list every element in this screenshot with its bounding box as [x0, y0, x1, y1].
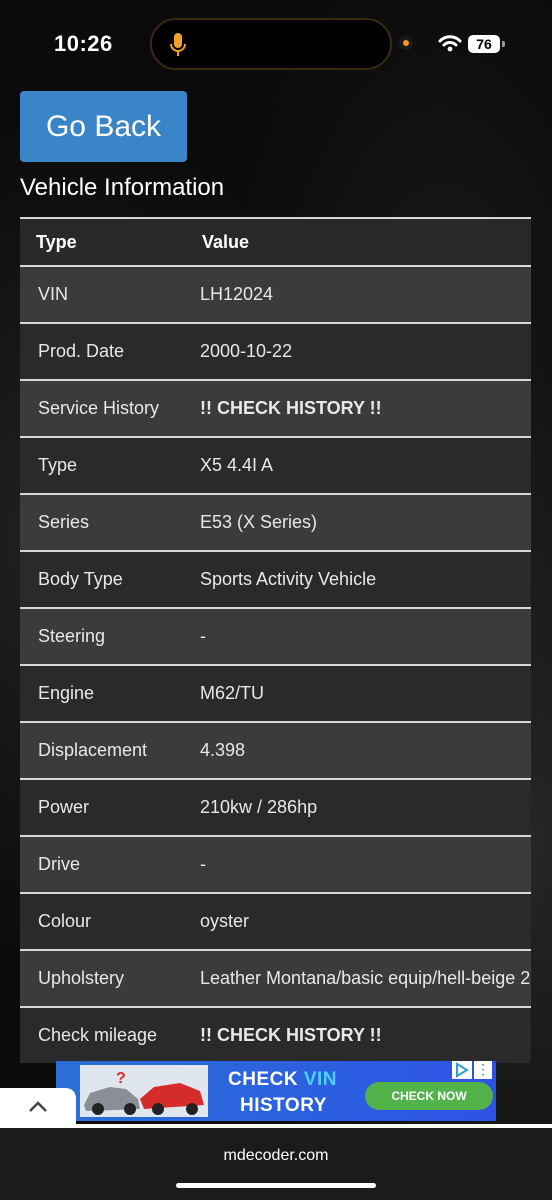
row-value: oyster — [170, 892, 531, 950]
microphone-icon — [170, 33, 186, 56]
vin-history-ad-banner[interactable]: ? CHECK VIN HISTORY CHECK NOW ⋮ — [56, 1061, 496, 1121]
car-illustration: ? — [80, 1065, 208, 1117]
check-now-button[interactable]: CHECK NOW — [365, 1082, 493, 1110]
wifi-icon — [438, 35, 462, 52]
table-row: Engine M62/TU — [20, 664, 531, 722]
svg-text:?: ? — [116, 1070, 126, 1087]
dynamic-island — [150, 18, 392, 70]
ad-choices-icon[interactable] — [452, 1061, 472, 1079]
row-label: Engine — [20, 664, 170, 722]
table-row: Upholstery Leather Montana/basic equip/h… — [20, 949, 531, 1007]
table-header-row: Type Value — [20, 217, 531, 266]
row-label: Colour — [20, 892, 170, 950]
row-label: VIN — [20, 265, 170, 323]
row-value: 2000-10-22 — [170, 322, 531, 380]
table-row: Drive - — [20, 835, 531, 893]
ad-headline: CHECK VIN — [228, 1069, 337, 1091]
check-history-warning: !! CHECK HISTORY !! — [170, 1006, 531, 1063]
ad-headline-history: HISTORY — [240, 1095, 327, 1116]
row-value: LH12024 — [170, 265, 531, 323]
header-type: Type — [20, 217, 170, 266]
row-value: Leather Montana/basic equip/hell-beige 2 — [170, 949, 531, 1007]
row-label: Check mileage — [20, 1006, 170, 1063]
section-title: Vehicle Information — [20, 174, 225, 201]
row-value: E53 (X Series) — [170, 493, 531, 551]
table-row: Power 210kw / 286hp — [20, 778, 531, 836]
status-bar: 10:26 76 — [0, 0, 552, 88]
row-value: X5 4.4I A — [170, 436, 531, 494]
row-label: Steering — [20, 607, 170, 665]
row-value: 4.398 — [170, 721, 531, 779]
row-value: - — [170, 607, 531, 665]
table-row: Type X5 4.4I A — [20, 436, 531, 494]
row-label: Prod. Date — [20, 322, 170, 380]
row-value: - — [170, 835, 531, 893]
check-history-warning: !! CHECK HISTORY !! — [170, 379, 531, 437]
row-label: Service History — [20, 379, 170, 437]
row-label: Power — [20, 778, 170, 836]
header-value: Value — [170, 217, 531, 266]
table-row: Displacement 4.398 — [20, 721, 531, 779]
vehicle-info-table: Type Value VIN LH12024 Prod. Date 2000-1… — [20, 217, 531, 1063]
row-label: Type — [20, 436, 170, 494]
row-value: 210kw / 286hp — [170, 778, 531, 836]
table-row: Steering - — [20, 607, 531, 665]
row-value: Sports Activity Vehicle — [170, 550, 531, 608]
row-label: Displacement — [20, 721, 170, 779]
table-row: Service History !! CHECK HISTORY !! — [20, 379, 531, 437]
chevron-up-icon — [29, 1101, 47, 1112]
row-value: M62/TU — [170, 664, 531, 722]
address-bar-url[interactable]: mdecoder.com — [0, 1147, 552, 1165]
table-row: Body Type Sports Activity Vehicle — [20, 550, 531, 608]
table-row: Colour oyster — [20, 892, 531, 950]
battery-icon: 76 — [468, 35, 500, 53]
table-row: VIN LH12024 — [20, 265, 531, 323]
ad-headline-check: CHECK — [228, 1069, 304, 1090]
collapse-ad-tab[interactable] — [0, 1088, 76, 1128]
camera-indicator-icon — [399, 36, 413, 50]
table-row: Check mileage !! CHECK HISTORY !! — [20, 1006, 531, 1063]
table-row: Prod. Date 2000-10-22 — [20, 322, 531, 380]
battery-tip — [502, 41, 505, 47]
ad-headline-vin: VIN — [303, 1069, 338, 1090]
row-label: Drive — [20, 835, 170, 893]
row-label: Series — [20, 493, 170, 551]
ad-menu-icon[interactable]: ⋮ — [474, 1061, 492, 1079]
home-indicator[interactable] — [176, 1183, 376, 1188]
clock: 10:26 — [54, 31, 113, 56]
row-label: Upholstery — [20, 949, 170, 1007]
table-row: Series E53 (X Series) — [20, 493, 531, 551]
go-back-button[interactable]: Go Back — [20, 91, 187, 162]
row-label: Body Type — [20, 550, 170, 608]
